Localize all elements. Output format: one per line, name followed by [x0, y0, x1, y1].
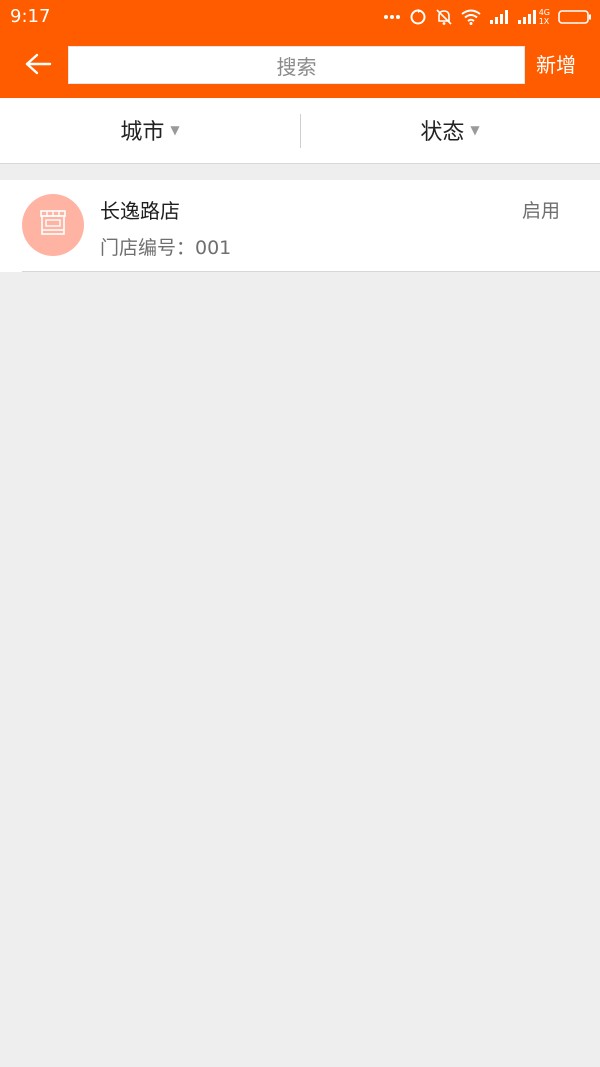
bell-off-icon: [435, 8, 453, 26]
back-button[interactable]: [18, 48, 58, 84]
status-bar: 9:17 4G 1X: [0, 0, 600, 34]
more-dots-icon: [383, 14, 401, 20]
search-placeholder: 搜索: [276, 54, 317, 79]
store-status: 启用: [521, 200, 560, 222]
city-filter[interactable]: 城市 ▼: [0, 98, 300, 162]
store-list-item[interactable]: 长逸路店 门店编号：001 启用: [0, 180, 600, 272]
sync-icon: [409, 8, 427, 26]
nav-bar: 搜索 新增: [0, 34, 600, 98]
status-time: 9:17: [10, 6, 51, 27]
battery-icon: [558, 9, 592, 25]
dropdown-triangle-icon: ▼: [170, 123, 180, 137]
network-type-top: 4G: [538, 8, 550, 17]
store-avatar: [22, 194, 84, 256]
store-name: 长逸路店: [100, 199, 180, 223]
wifi-icon: [461, 9, 481, 25]
store-icon: [38, 209, 68, 241]
item-divider: [22, 271, 600, 272]
signal-icon: [489, 9, 509, 25]
status-filter[interactable]: 状态 ▼: [300, 98, 600, 162]
signal-4g-icon: 4G 1X: [517, 8, 550, 26]
add-button[interactable]: 新增: [536, 51, 576, 79]
store-list: 长逸路店 门店编号：001 启用: [0, 180, 600, 272]
dropdown-triangle-icon: ▼: [470, 123, 480, 137]
status-filter-label: 状态: [420, 120, 465, 145]
filter-bar: 城市 ▼ 状态 ▼: [0, 98, 600, 164]
back-arrow-icon: [24, 52, 52, 80]
network-type-bottom: 1X: [538, 17, 550, 26]
status-icons: 4G 1X: [383, 4, 592, 30]
city-filter-label: 城市: [120, 120, 165, 145]
store-code: 门店编号：001: [100, 237, 232, 259]
search-input[interactable]: 搜索: [68, 46, 525, 84]
